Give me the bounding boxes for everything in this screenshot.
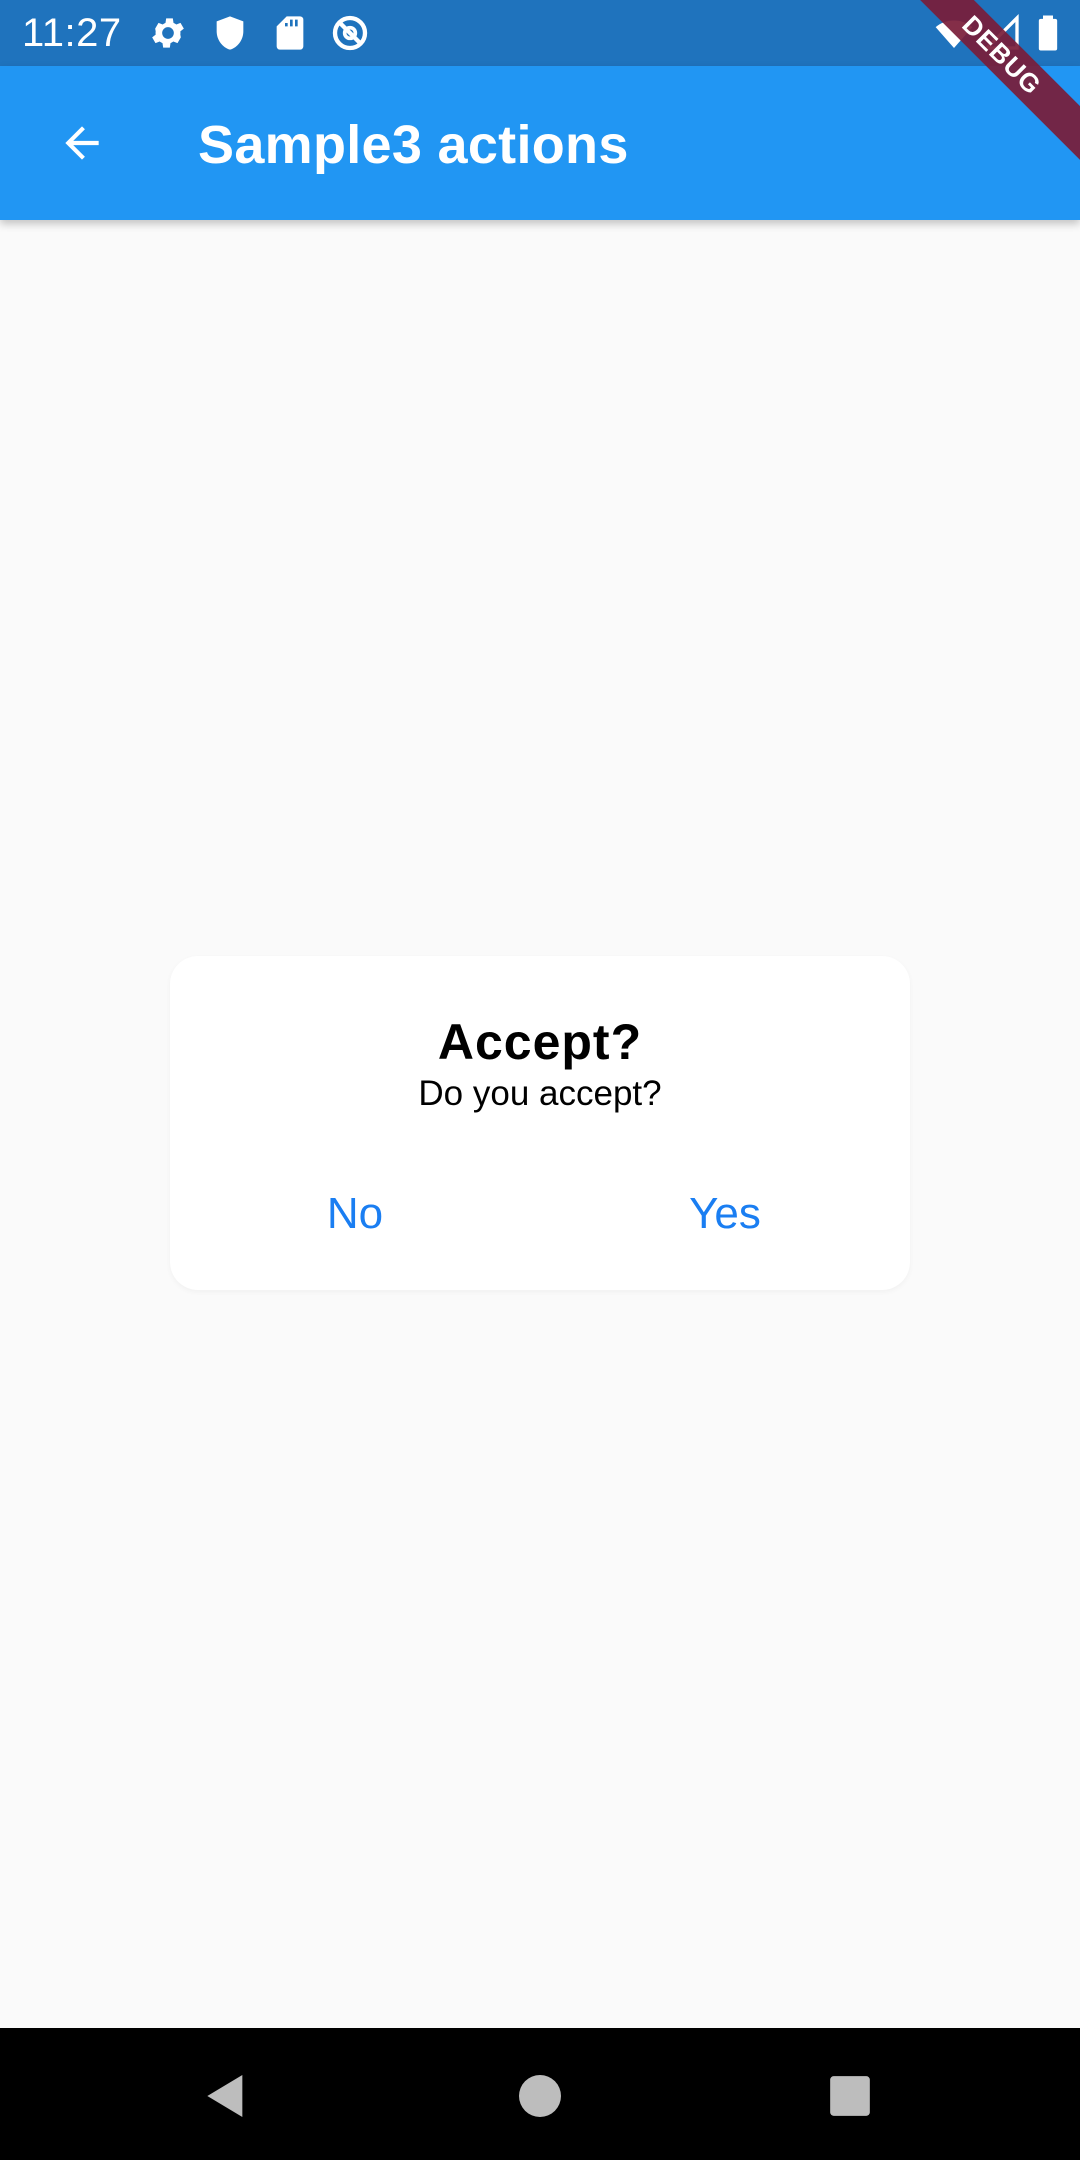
arrow-back-icon <box>65 126 99 160</box>
navigation-bar <box>0 2028 1080 2160</box>
shield-icon <box>210 13 250 53</box>
do-not-disturb-icon <box>330 13 370 53</box>
status-time: 11:27 <box>22 11 122 55</box>
recents-square-icon[interactable] <box>822 2068 878 2124</box>
settings-icon <box>148 13 188 53</box>
page-title: Sample3 actions <box>198 115 629 175</box>
sd-card-icon <box>270 13 310 53</box>
alert-dialog: Accept? Do you accept? No Yes <box>170 956 910 1290</box>
status-bar: 11:27 <box>0 0 1080 66</box>
dialog-actions: No Yes <box>170 1188 910 1284</box>
home-circle-icon[interactable] <box>512 2068 568 2124</box>
dialog-message: Do you accept? <box>418 1074 662 1113</box>
screen: 11:27 Sample3 actions DEBUG Accept? Do y… <box>0 0 1080 2160</box>
back-button[interactable] <box>36 97 128 189</box>
no-button[interactable]: No <box>170 1188 540 1284</box>
back-triangle-icon[interactable] <box>198 2068 254 2124</box>
yes-button[interactable]: Yes <box>540 1188 910 1284</box>
dialog-title: Accept? <box>437 1014 643 1070</box>
app-bar: Sample3 actions <box>0 66 1080 220</box>
battery-icon <box>1028 13 1068 53</box>
